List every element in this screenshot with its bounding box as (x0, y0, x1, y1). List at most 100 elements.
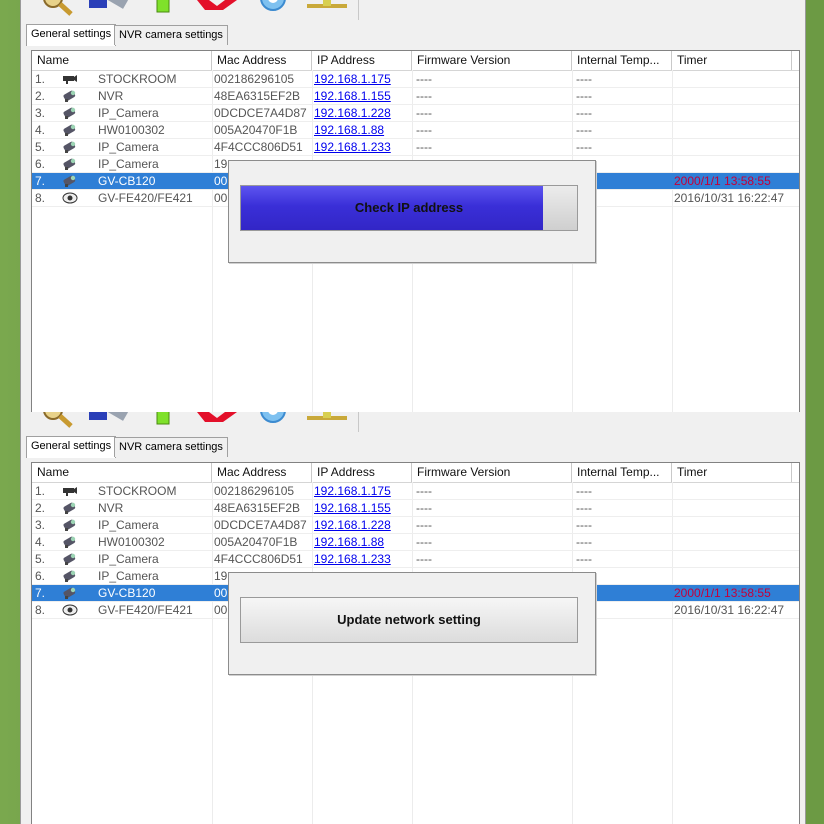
row-number: 5. (35, 140, 46, 154)
table-row[interactable]: 1. STOCKROOM 002186296105 192.168.1.175 ----… (32, 71, 799, 88)
bullet-camera-icon (63, 124, 76, 136)
row-number: 6. (35, 157, 46, 171)
timer-value: 2016/10/31 16:22:47 (674, 191, 785, 205)
ip-link[interactable]: 192.168.1.228 (314, 105, 410, 121)
device-name: STOCKROOM (98, 72, 177, 86)
row-number: 1. (35, 72, 46, 86)
table-header: Name Mac Address IP Address Firmware Ver… (32, 51, 799, 71)
row-number: 7. (35, 174, 46, 188)
internal-temp: ---- (576, 552, 592, 566)
delete-icon[interactable] (197, 412, 241, 430)
tools-icon[interactable] (87, 0, 131, 18)
tab-general-settings[interactable]: General settings (26, 24, 117, 46)
update-network-setting-button[interactable]: Update network setting (240, 597, 578, 643)
timer-value (674, 156, 794, 172)
col-name[interactable]: Name (32, 463, 212, 482)
tools-icon[interactable] (87, 412, 131, 430)
bullet-camera-icon (63, 587, 76, 599)
col-temp[interactable]: Internal Temp... (572, 51, 672, 70)
table-row[interactable]: 3. IP_Camera 0DCDCE7A4D87 192.168.1.228 ----… (32, 517, 799, 534)
gear-icon[interactable] (251, 412, 295, 430)
battery-icon[interactable] (153, 412, 177, 430)
search-icon[interactable] (33, 0, 75, 18)
col-timer[interactable]: Timer (672, 51, 792, 70)
internal-temp: ---- (576, 72, 592, 86)
fisheye-camera-icon (62, 604, 78, 616)
device-list-panel-bottom: General settings NVR camera settings Nam… (20, 412, 806, 824)
bullet-camera-icon (63, 570, 76, 582)
row-number: 4. (35, 535, 46, 549)
toolbar (21, 412, 359, 432)
table-row[interactable]: 3. IP_Camera 0DCDCE7A4D87 192.168.1.228 ----… (32, 105, 799, 122)
table-row[interactable]: 4. HW0100302 005A20470F1B 192.168.1.88 ---- -… (32, 534, 799, 551)
table-row[interactable]: 5. IP_Camera 4F4CCC806D51 192.168.1.233 ----… (32, 551, 799, 568)
table-row[interactable]: 4. HW0100302 005A20470F1B 192.168.1.88 ---- -… (32, 122, 799, 139)
mac-address: 4F4CCC806D51 (214, 552, 303, 566)
col-mac[interactable]: Mac Address (212, 51, 312, 70)
table-row[interactable]: 5. IP_Camera 4F4CCC806D51 192.168.1.233 ----… (32, 139, 799, 156)
ip-link[interactable]: 192.168.1.233 (314, 139, 410, 155)
bullet-camera-icon (63, 158, 76, 170)
timer-value (674, 88, 794, 104)
ip-link[interactable]: 192.168.1.155 (314, 500, 410, 516)
search-icon[interactable] (33, 412, 75, 430)
ip-link[interactable]: 192.168.1.155 (314, 88, 410, 104)
mac-address: 005A20470F1B (214, 123, 298, 137)
row-number: 8. (35, 191, 46, 205)
timer-value: 2016/10/31 16:22:47 (674, 603, 785, 617)
row-number: 4. (35, 123, 46, 137)
col-firmware[interactable]: Firmware Version (412, 463, 572, 482)
bullet-camera-icon (63, 519, 76, 531)
tab-nvr-camera-settings[interactable]: NVR camera settings (114, 437, 228, 457)
device-name: HW0100302 (98, 123, 165, 137)
tab-nvr-camera-settings[interactable]: NVR camera settings (114, 25, 228, 45)
col-timer[interactable]: Timer (672, 463, 792, 482)
delete-icon[interactable] (197, 0, 241, 18)
update-dialog: Update network setting (228, 572, 596, 675)
tab-general-settings[interactable]: General settings (26, 436, 117, 458)
battery-icon[interactable] (153, 0, 177, 18)
ip-link[interactable]: 192.168.1.175 (314, 483, 410, 499)
bullet-camera-icon (63, 90, 76, 102)
progress-label: Check IP address (354, 200, 464, 215)
mac-address: 005A20470F1B (214, 535, 298, 549)
bullet-camera-icon (63, 141, 76, 153)
timer-value (674, 500, 794, 516)
table-row[interactable]: 2. NVR 48EA6315EF2B 192.168.1.155 ---- ---- (32, 500, 799, 517)
internal-temp: ---- (576, 140, 592, 154)
device-name: NVR (98, 89, 124, 103)
progress-dialog: Check IP address (228, 160, 596, 263)
timer-value (674, 568, 794, 584)
device-name: GV-FE420/FE421 (98, 191, 193, 205)
internal-temp: ---- (576, 89, 592, 103)
ip-link[interactable]: 192.168.1.228 (314, 517, 410, 533)
col-mac[interactable]: Mac Address (212, 463, 312, 482)
internal-temp: ---- (576, 106, 592, 120)
ip-link[interactable]: 192.168.1.233 (314, 551, 410, 567)
table-row[interactable]: 1. STOCKROOM 002186296105 192.168.1.175 ----… (32, 483, 799, 500)
row-number: 3. (35, 106, 46, 120)
timer-value (674, 139, 794, 155)
row-number: 8. (35, 603, 46, 617)
ip-link[interactable]: 192.168.1.88 (314, 122, 410, 138)
firmware-version: ---- (416, 72, 432, 86)
device-name: GV-FE420/FE421 (98, 603, 193, 617)
network-icon[interactable] (305, 0, 349, 18)
row-number: 2. (35, 89, 46, 103)
col-name[interactable]: Name (32, 51, 212, 70)
col-ip[interactable]: IP Address (312, 463, 412, 482)
row-number: 7. (35, 586, 46, 600)
device-name: IP_Camera (98, 518, 159, 532)
col-firmware[interactable]: Firmware Version (412, 51, 572, 70)
network-icon[interactable] (305, 412, 349, 430)
col-ip[interactable]: IP Address (312, 51, 412, 70)
device-name: STOCKROOM (98, 484, 177, 498)
table-row[interactable]: 2. NVR 48EA6315EF2B 192.168.1.155 ---- ---- (32, 88, 799, 105)
timer-value (674, 517, 794, 533)
gear-icon[interactable] (251, 0, 295, 18)
col-temp[interactable]: Internal Temp... (572, 463, 672, 482)
ip-link[interactable]: 192.168.1.175 (314, 71, 410, 87)
firmware-version: ---- (416, 552, 432, 566)
ip-link[interactable]: 192.168.1.88 (314, 534, 410, 550)
fisheye-camera-icon (62, 192, 78, 204)
